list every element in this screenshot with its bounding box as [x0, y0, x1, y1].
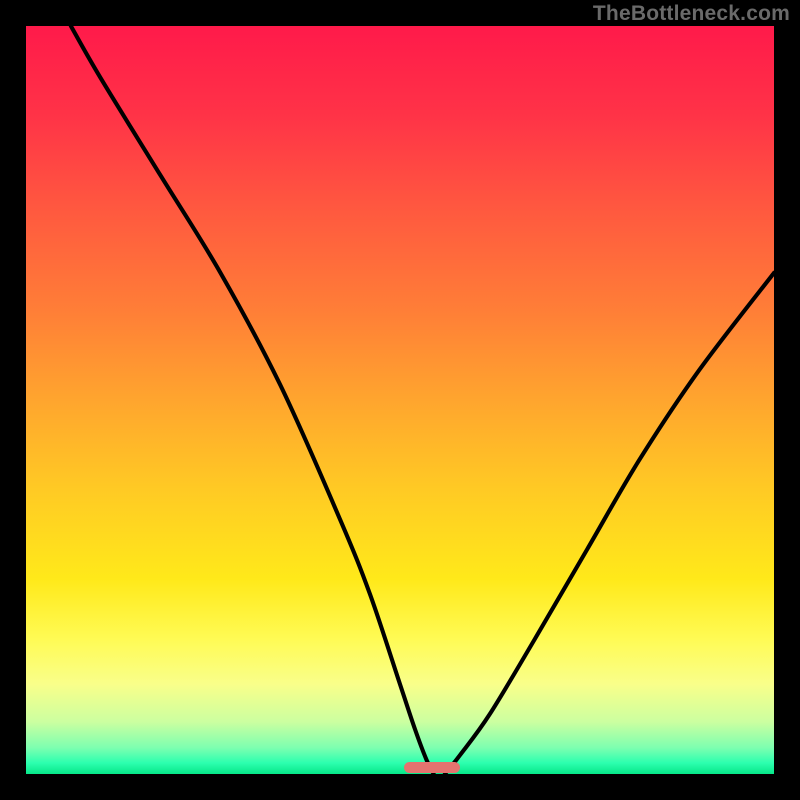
gradient-rect	[26, 26, 774, 774]
optimum-marker	[404, 762, 460, 773]
outer-frame: TheBottleneck.com	[0, 0, 800, 800]
gradient-background	[26, 26, 774, 774]
plot-area	[26, 26, 774, 774]
watermark-text: TheBottleneck.com	[593, 2, 790, 26]
